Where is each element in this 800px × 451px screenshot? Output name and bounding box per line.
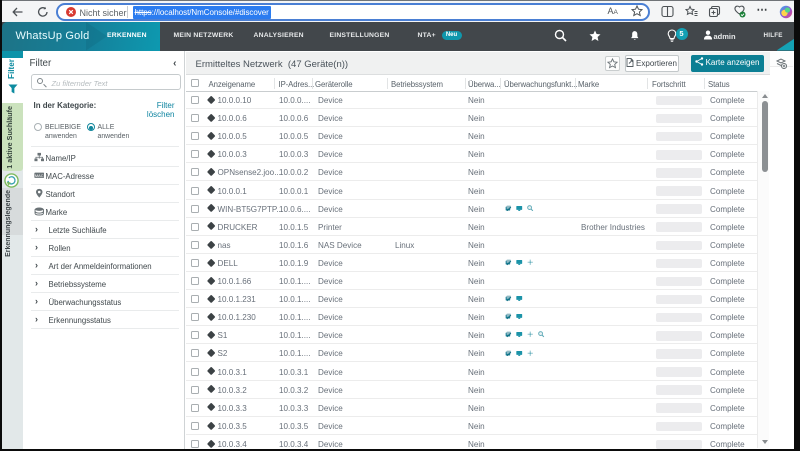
svg-text:MAC: MAC bbox=[34, 173, 43, 178]
